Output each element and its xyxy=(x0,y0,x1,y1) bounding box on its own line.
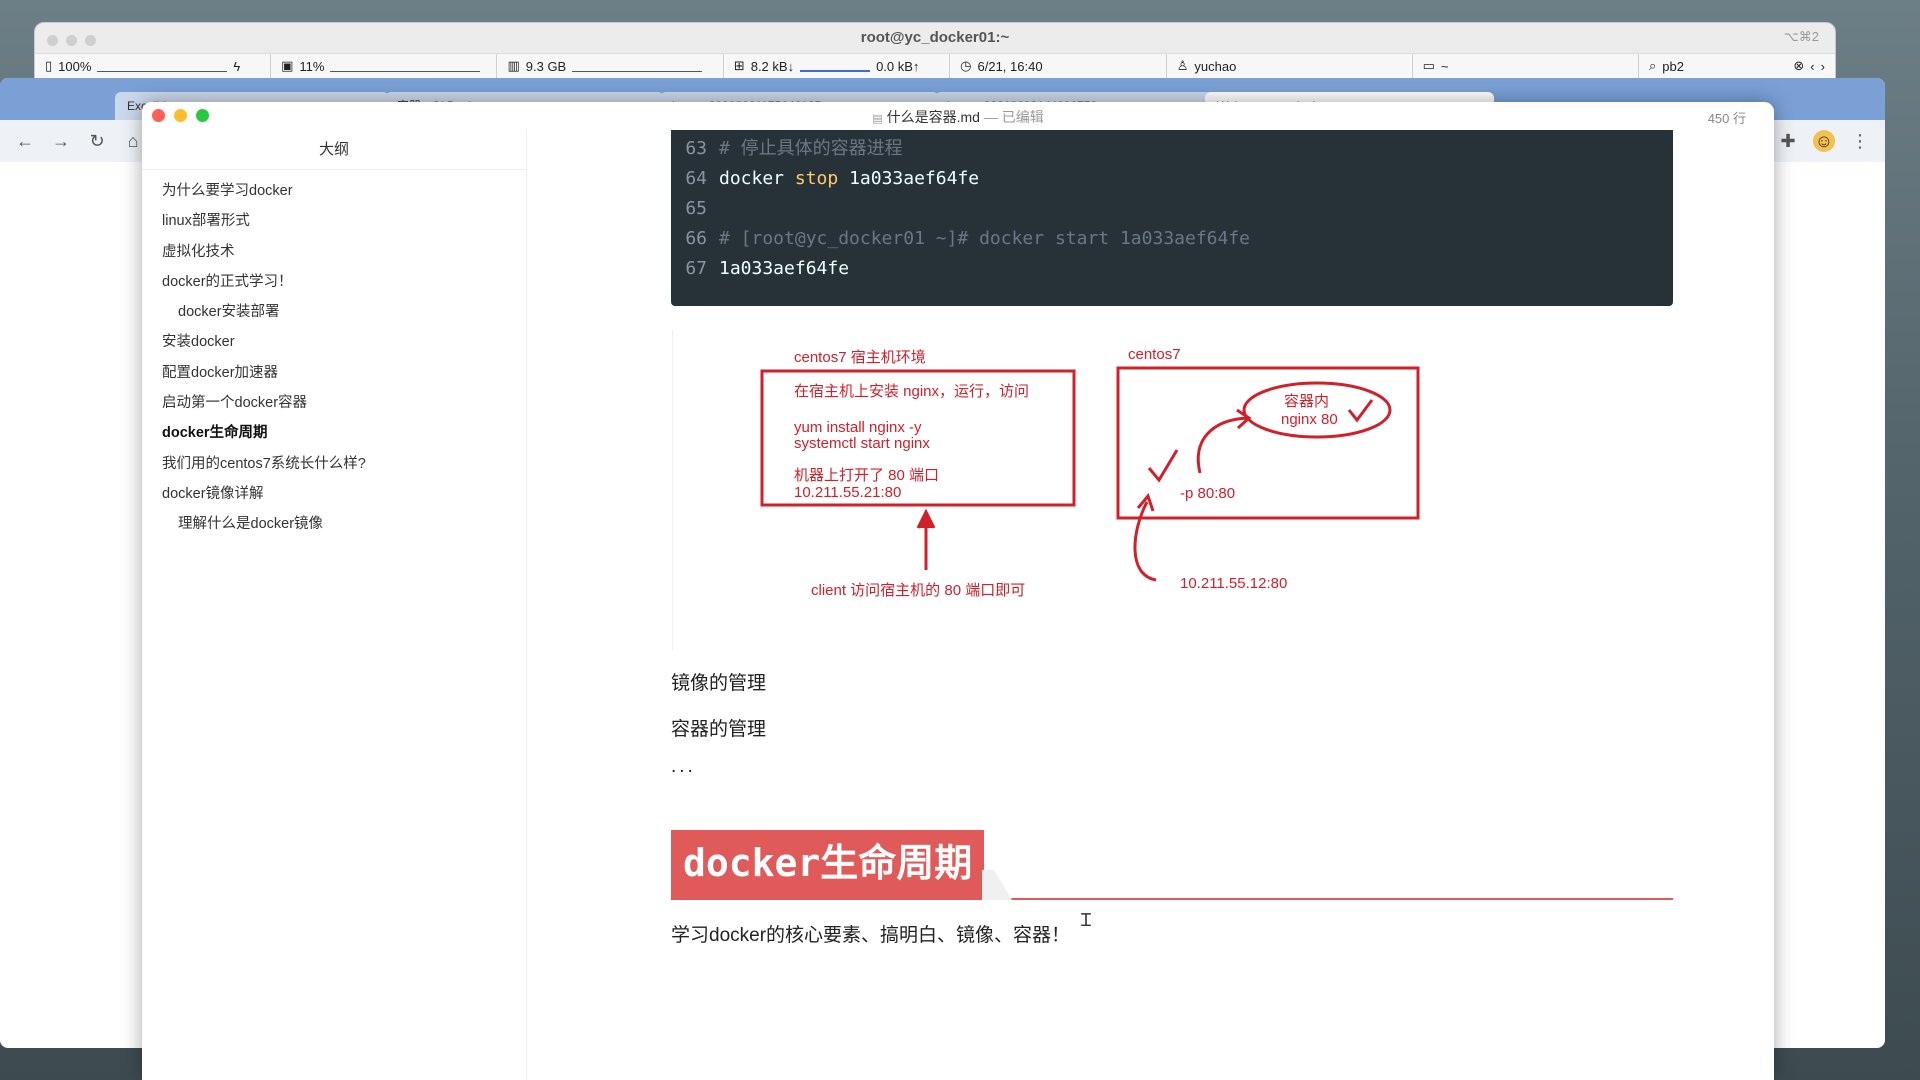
outline-item[interactable]: docker的正式学习！ xyxy=(142,267,526,297)
left-line: 在宿主机上安装 nginx，运行，访问 xyxy=(794,383,1029,400)
bubble-line: 容器内 xyxy=(1284,393,1329,410)
right-title: centos7 xyxy=(1128,346,1181,363)
forward-icon[interactable]: → xyxy=(50,130,72,152)
code-line[interactable]: 65 xyxy=(671,194,719,224)
reload-icon[interactable]: ↻ xyxy=(86,130,108,152)
terminal-status-bar: ▯ 100% ϟ ▣ 11% ▥ 9.3 GB ⊞ 8.2 kB↓ 0.0 kB↑ ◷ 6/2… xyxy=(35,53,1835,78)
typora-window: ▤ 什么是容器.md — 已编辑 450 行 大纲 为什么要学习docker li… xyxy=(142,102,1774,1080)
line-number: 65 xyxy=(685,198,707,219)
username: yuchao xyxy=(1194,58,1237,74)
arrow-head-icon xyxy=(916,508,936,529)
cpu-usage: 11% xyxy=(299,58,325,74)
left-line: 机器上打开了 80 端口 xyxy=(794,467,939,484)
terminal-shortcut: ⌥⌘2 xyxy=(1783,29,1819,44)
outline-item[interactable]: docker镜像详解 xyxy=(142,479,526,509)
outline-list: 为什么要学习docker linux部署形式 虚拟化技术 docker的正式学习！ do… xyxy=(142,170,526,540)
current-dir: ~ xyxy=(1440,58,1449,74)
outline-item[interactable]: 启动第一个docker容器 xyxy=(142,388,526,418)
menu-icon[interactable]: ⋮ xyxy=(1849,130,1871,152)
cpu-icon: ▣ xyxy=(281,58,294,73)
outline-item[interactable]: 我们用的centos7系统长什么样? xyxy=(142,449,526,479)
typora-titlebar: ▤ 什么是容器.md — 已编辑 450 行 xyxy=(142,102,1774,130)
code-token: docker xyxy=(719,168,785,189)
code-block[interactable]: 63 # 停止具体的容器进程 64 docker stop 1a033aef64fe 6… xyxy=(671,130,1673,306)
user-icon: ♙ xyxy=(1176,58,1189,73)
datetime: 6/21, 16:40 xyxy=(977,58,1043,74)
memory-icon: ▥ xyxy=(507,58,520,73)
code-comment: # 停止具体的容器进程 xyxy=(719,138,903,159)
outline-sidebar: 大纲 为什么要学习docker linux部署形式 虚拟化技术 docker的正式学习… xyxy=(142,130,527,1080)
markdown-file-icon: ▤ xyxy=(872,113,883,125)
outline-item[interactable]: 为什么要学习docker xyxy=(142,176,526,206)
extensions-icon[interactable]: ✚ xyxy=(1777,130,1799,152)
line-number: 64 xyxy=(685,168,707,189)
left-line: systemctl start nginx xyxy=(794,435,930,452)
paragraph[interactable]: 学习docker的核心要素、搞明白、镜像、容器！ xyxy=(671,920,1070,947)
back-icon[interactable]: ← xyxy=(14,130,36,152)
heading-tail-shape xyxy=(982,870,1012,900)
prev-icon[interactable]: ‹ xyxy=(1810,59,1814,74)
curve-arrow-bottom xyxy=(1133,501,1157,582)
next-icon[interactable]: › xyxy=(1821,59,1825,74)
line-number: 63 xyxy=(685,138,707,159)
diagram-svg: centos7 宿主机环境 在宿主机上安装 nginx，运行，访问 yum in… xyxy=(760,346,1420,599)
right-caption: 10.211.55.12:80 xyxy=(1180,575,1287,592)
code-line[interactable]: 64 docker stop 1a033aef64fe xyxy=(671,164,979,194)
outline-item[interactable]: linux部署形式 xyxy=(142,206,526,236)
net-down: 8.2 kB↓ xyxy=(750,58,795,74)
outline-item[interactable]: 虚拟化技术 xyxy=(142,237,526,267)
outline-item[interactable]: 配置docker加速器 xyxy=(142,358,526,388)
editor-pane[interactable]: 63 # 停止具体的容器进程 64 docker stop 1a033aef64fe 6… xyxy=(527,130,1774,1080)
left-line: 10.211.55.21:80 xyxy=(794,484,901,501)
outline-item[interactable]: docker安装部署 xyxy=(142,297,526,327)
terminal-window: root@yc_docker01:~ ⌥⌘2 ▯ 100% ϟ ▣ 11% ▥ 9.3 … xyxy=(34,22,1836,84)
outline-item[interactable]: docker生命周期 xyxy=(142,418,526,448)
left-line: yum install nginx -y xyxy=(794,419,922,436)
code-line[interactable]: 63 # 停止具体的容器进程 xyxy=(671,134,903,164)
clock-icon: ◷ xyxy=(960,58,972,73)
container-bubble xyxy=(1242,381,1392,439)
left-caption: client 访问宿主机的 80 端口即可 xyxy=(811,582,1025,599)
charging-icon: ϟ xyxy=(233,58,241,74)
search-icon: ⌕ xyxy=(1648,58,1657,73)
line-count: 450 行 xyxy=(1707,111,1746,126)
code-line[interactable]: 66 # [root@yc_docker01 ~]# docker start 1… xyxy=(671,224,1250,254)
code-line[interactable]: 67 1a033aef64fe xyxy=(671,254,849,284)
check-icon xyxy=(1347,399,1374,423)
code-keyword: stop xyxy=(794,168,839,189)
net-up: 0.0 kB↑ xyxy=(876,58,920,74)
diagram-image: centos7 宿主机环境 在宿主机上安装 nginx，运行，访问 yum in… xyxy=(672,330,1682,650)
folder-icon: ▭ xyxy=(1422,58,1435,73)
close-icon[interactable]: ⊗ xyxy=(1793,58,1804,74)
terminal-title: root@yc_docker01:~ xyxy=(860,29,1010,46)
network-icon: ⊞ xyxy=(733,58,745,73)
edited-status: 已编辑 xyxy=(1001,109,1044,125)
file-name: 什么是容器.md xyxy=(886,109,980,125)
battery-level: 100% xyxy=(58,58,92,74)
search-value[interactable]: pb2 xyxy=(1662,59,1684,74)
code-comment: # [root@yc_docker01 ~]# docker start 1a0… xyxy=(719,228,1251,249)
left-title: centos7 宿主机环境 xyxy=(794,348,926,366)
outline-item[interactable]: 安装docker xyxy=(142,327,526,357)
document-title: ▤ 什么是容器.md — 已编辑 xyxy=(872,109,1044,125)
bubble-line: nginx 80 xyxy=(1281,411,1338,428)
port-mapping: -p 80:80 xyxy=(1180,485,1235,502)
outline-item[interactable]: 理解什么是docker镜像 xyxy=(142,509,526,539)
avatar[interactable]: ☺ xyxy=(1813,130,1835,152)
paragraph[interactable]: ... xyxy=(671,756,696,778)
line-number: 66 xyxy=(685,228,707,249)
battery-icon: ▯ xyxy=(45,58,53,73)
home-icon[interactable]: ⌂ xyxy=(122,130,144,152)
text-cursor-icon: Ɪ xyxy=(1081,910,1092,930)
code-token: 1a033aef64fe xyxy=(849,168,980,189)
outline-title: 大纲 xyxy=(142,130,526,170)
paragraph[interactable]: 容器的管理 xyxy=(671,714,766,741)
code-text: 1a033aef64fe xyxy=(719,258,850,279)
check-icon xyxy=(1147,449,1179,483)
paragraph[interactable]: 镜像的管理 xyxy=(671,668,766,695)
heading-docker-lifecycle[interactable]: docker生命周期 xyxy=(671,830,985,900)
line-number: 67 xyxy=(685,258,707,279)
memory-usage: 9.3 GB xyxy=(525,58,567,74)
